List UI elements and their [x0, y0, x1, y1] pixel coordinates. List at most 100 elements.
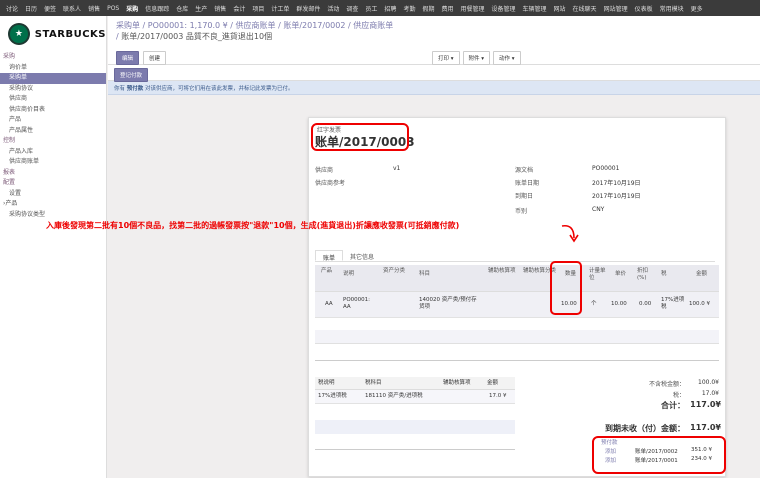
topnav-item[interactable]: 信息跟踪 [145, 4, 169, 13]
breadcrumb-item[interactable]: 采购单 [116, 21, 140, 30]
col-header[interactable]: 税说明 [318, 377, 335, 390]
topnav-item[interactable]: 招聘 [384, 4, 396, 13]
topnav-item[interactable]: 销售 [214, 4, 226, 13]
empty-tax-row [315, 420, 515, 434]
topnav-item[interactable]: 车辆管理 [523, 4, 547, 13]
attachment-dropdown[interactable]: 附件 ▾ [462, 51, 491, 65]
breadcrumb: 采购单 / PO00001: 1,170.0 ¥ / 供应商账单 / 账单/20… [116, 21, 394, 30]
topnav-item[interactable]: 常用模块 [660, 4, 684, 13]
col-header[interactable]: 资产分类 [383, 268, 409, 275]
topnav-item[interactable]: 联系人 [63, 4, 81, 13]
breadcrumb-item[interactable]: PO00001: 1,170.0 ¥ [148, 21, 228, 30]
topnav-item[interactable]: 假期 [422, 4, 434, 13]
sidebar-section: 配置 [3, 179, 16, 186]
sidebar-item[interactable]: 产品属性 [0, 126, 106, 137]
topnav-item[interactable]: 便签 [44, 4, 56, 13]
topnav-item[interactable]: 仓库 [176, 4, 188, 13]
table-row[interactable]: AA PO00001: AA 140020 资产类/预付存货项 10.00 个 … [315, 292, 719, 318]
topnav-item[interactable]: 项目 [252, 4, 264, 13]
print-dropdown[interactable]: 打印 ▾ [432, 51, 460, 65]
divider [315, 360, 719, 361]
topnav-item[interactable]: 销售 [88, 4, 100, 13]
tax-label: 税： [672, 392, 685, 399]
vendor-ref-label: 供应商参考 [315, 180, 346, 187]
breadcrumb-item[interactable]: 供应商账单 [353, 21, 393, 30]
topnav-item[interactable]: 日历 [25, 4, 37, 13]
sidebar-item[interactable]: 供应商 [0, 94, 106, 105]
topnav-item[interactable]: 群发邮件 [296, 4, 320, 13]
breadcrumb-current-title: 账单/2017/0003 品質不良_進貨退出10個 [121, 32, 273, 41]
col-header[interactable]: 单价 [615, 271, 626, 278]
topnav-item[interactable]: 考勤 [403, 4, 415, 13]
topnav-item[interactable]: 会计 [233, 4, 245, 13]
cell-tax-amount: 17.0 ¥ [489, 393, 507, 399]
sidebar-item[interactable]: 采购协议类型 [0, 210, 106, 221]
cell-tax: 17%进项税 [661, 297, 685, 310]
title-highlight-box [311, 123, 409, 151]
col-header[interactable]: 辅助核算项 [488, 268, 516, 275]
topnav-item[interactable]: 设备管理 [492, 4, 516, 13]
col-header[interactable]: 折扣(%) [637, 268, 651, 282]
sidebar-item[interactable]: 产品 [0, 115, 106, 126]
sidebar-item[interactable]: 设置 [0, 189, 106, 200]
table-row[interactable]: 17%进项税 181110 资产类/进项税 17.0 ¥ [315, 390, 515, 404]
topnav-item[interactable]: 费用 [441, 4, 453, 13]
create-button[interactable]: 创建 [143, 51, 167, 65]
topnav-item[interactable]: 员工 [365, 4, 377, 13]
sidebar-item[interactable]: 供应商价目表 [0, 105, 106, 116]
col-header[interactable]: 税 [661, 271, 667, 278]
topnav-item[interactable]: 更多 [691, 4, 703, 13]
col-header[interactable]: 产品 [321, 268, 335, 275]
sidebar-item[interactable]: 产品入库 [0, 147, 106, 158]
breadcrumb-item[interactable]: 账单/2017/0002 [283, 21, 345, 30]
empty-line-row [315, 330, 719, 344]
sidebar-item[interactable]: 采购协议 [0, 84, 106, 95]
col-header[interactable]: 金额 [487, 377, 498, 390]
col-header[interactable]: 辅助核算项 [443, 377, 471, 390]
tab-other-info[interactable]: 其它信息 [343, 250, 381, 261]
topnav-item[interactable]: 网站 [554, 4, 566, 13]
divider [315, 449, 515, 450]
edit-button[interactable]: 编辑 [116, 51, 140, 65]
topnav-item[interactable]: POS [107, 5, 119, 12]
action-dropdown[interactable]: 动作 ▾ [493, 51, 521, 65]
company-logo[interactable]: ★ STARBUCKS [0, 16, 106, 52]
cell-tax-account: 181110 资产类/进项税 [365, 393, 423, 399]
alert-text: 对该供应商，可将它们用在该此发票，并标记此发票为已付。 [145, 86, 294, 92]
table-header: 产品 说明 资产分类 科目 辅助核算项 辅助核算分类 数量 计量单位 单价 折扣… [315, 265, 719, 292]
sidebar-item[interactable]: 供应商账单 [0, 157, 106, 168]
cell-uom: 个 [591, 301, 597, 307]
starbucks-logo-icon: ★ [8, 23, 30, 45]
bill-date-label: 账单日期 [515, 180, 540, 187]
topnav-item[interactable]: 计工单 [271, 4, 289, 13]
topnav-item[interactable]: 讨论 [6, 4, 18, 13]
alert-bold: 预付款 [126, 86, 144, 92]
sidebar-item[interactable]: 询价单 [0, 63, 106, 74]
vendor-label: 供应商 [315, 167, 334, 174]
main-content: 采购单 / PO00001: 1,170.0 ¥ / 供应商账单 / 账单/20… [108, 16, 760, 478]
topnav-item[interactable]: 调查 [346, 4, 358, 13]
due-date-value: 2017年10月19日 [592, 193, 641, 200]
vendor-value[interactable]: v1 [393, 165, 400, 172]
register-payment-button[interactable]: 登记付款 [114, 68, 149, 82]
sidebar-item[interactable]: ›产品 [0, 199, 106, 210]
top-navbar: 讨论 日历 便签 联系人 销售 POS 采购 信息跟踪 仓库 生产 销售 会计 项目 计工单 群发邮件 活动调… [0, 0, 760, 16]
topnav-item[interactable]: 用餐管理 [460, 4, 484, 13]
breadcrumb-item[interactable]: 供应商账单 [236, 21, 276, 30]
col-header[interactable]: 计量单位 [589, 268, 609, 282]
sidebar-item[interactable]: 采购单 [0, 73, 106, 84]
col-header[interactable]: 说明 [343, 271, 354, 278]
topnav-item[interactable]: 生产 [195, 4, 207, 13]
annotation-arrow-icon [561, 224, 579, 243]
topnav-item[interactable]: 网站管理 [604, 4, 628, 13]
topnav-item[interactable]: 仪表板 [635, 4, 653, 13]
topnav-item[interactable]: 采购 [126, 4, 138, 13]
tax-lines-table: 税说明 税科目 辅助核算项 金额 17%进项税 181110 资产类/进项税 1… [315, 377, 515, 404]
col-header[interactable]: 科目 [419, 271, 430, 278]
topnav-item[interactable]: 在线聊天 [573, 4, 597, 13]
col-header[interactable]: 税科目 [365, 377, 382, 390]
tab-bill[interactable]: 账单 [315, 250, 344, 262]
topnav-item[interactable]: 活动 [327, 4, 339, 13]
col-header[interactable]: 金额 [696, 271, 707, 278]
prepayment-highlight-box [592, 436, 726, 474]
